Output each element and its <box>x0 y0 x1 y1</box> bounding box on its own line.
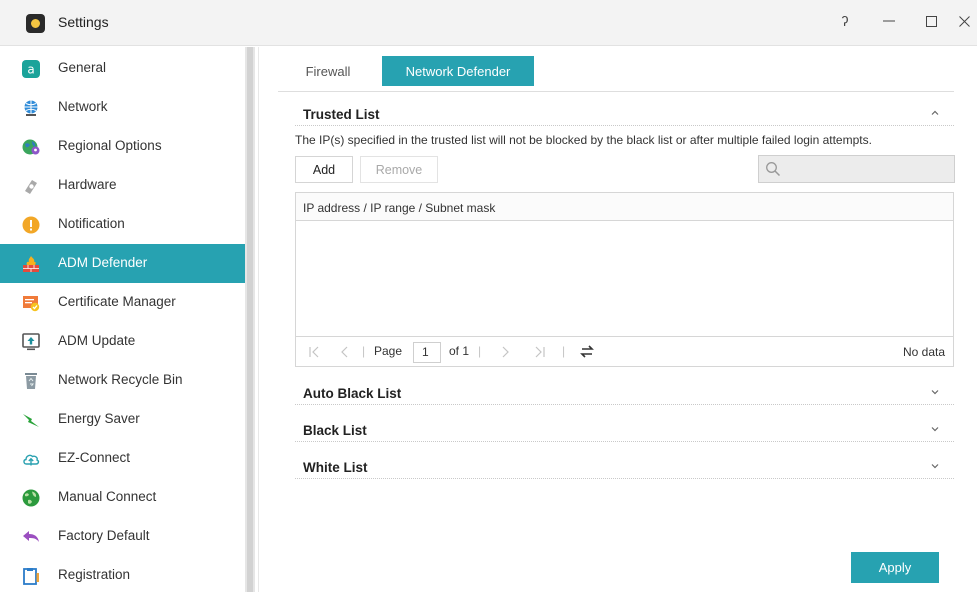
minimize-icon <box>883 20 895 22</box>
manual-connect-icon <box>22 489 40 507</box>
close-icon <box>958 15 970 27</box>
tab-underline <box>278 91 954 92</box>
sidebar-item-regional-options[interactable]: Regional Options <box>0 127 245 166</box>
sidebar-item-adm-defender[interactable]: ADM Defender <box>0 244 245 283</box>
last-page-icon[interactable] <box>534 346 546 358</box>
section-title: White List <box>303 460 368 475</box>
sidebar-item-label: Network <box>58 99 108 114</box>
regional-options-icon <box>22 139 40 155</box>
general-icon: a <box>22 60 40 78</box>
sidebar-item-ez-connect[interactable]: EZ-Connect <box>0 439 245 478</box>
chevron-down-icon <box>931 464 939 469</box>
notification-icon <box>22 216 40 234</box>
table-header: IP address / IP range / Subnet mask <box>296 193 953 221</box>
sidebar-item-registration[interactable]: Registration <box>0 556 245 592</box>
prev-page-icon[interactable] <box>339 346 351 358</box>
app-logo-icon <box>26 14 45 33</box>
title-bar: Settings ʔ <box>0 0 977 46</box>
page-label: Page <box>374 344 403 358</box>
hardware-icon <box>25 180 37 194</box>
page-count: of 1 <box>449 344 470 358</box>
black-list-header[interactable]: Black List <box>295 418 954 442</box>
auto-black-list-header[interactable]: Auto Black List <box>295 381 954 405</box>
tab-firewall[interactable]: Firewall <box>288 56 368 86</box>
chevron-up-icon <box>931 110 939 115</box>
svg-text:a: a <box>27 63 34 77</box>
maximize-button[interactable] <box>914 6 948 36</box>
sidebar-item-notification[interactable]: Notification <box>0 205 245 244</box>
sidebar-item-manual-connect[interactable]: Manual Connect <box>0 478 245 517</box>
window-title: Settings <box>58 14 109 30</box>
add-button[interactable]: Add <box>295 156 353 183</box>
energy-saver-icon <box>23 414 39 427</box>
sidebar-item-label: EZ-Connect <box>58 450 131 465</box>
apply-button[interactable]: Apply <box>851 552 939 583</box>
remove-button[interactable]: Remove <box>360 156 438 183</box>
sidebar-item-network[interactable]: Network <box>0 88 245 127</box>
sidebar: a General Network Regional Options Hardw… <box>0 47 245 592</box>
factory-default-icon <box>23 531 39 542</box>
sidebar-item-label: Hardware <box>58 177 117 192</box>
sidebar-item-label: ADM Defender <box>58 255 148 270</box>
sidebar-item-label: Certificate Manager <box>58 294 176 309</box>
search-input[interactable] <box>758 155 955 183</box>
certificate-icon <box>23 296 40 312</box>
sidebar-item-general[interactable]: a General <box>0 49 245 88</box>
tab-network-defender[interactable]: Network Defender <box>382 56 534 86</box>
first-page-icon[interactable] <box>308 346 320 358</box>
sidebar-item-label: Energy Saver <box>58 411 140 426</box>
sidebar-item-factory-default[interactable]: Factory Default <box>0 517 245 556</box>
sidebar-item-label: ADM Update <box>58 333 136 348</box>
sidebar-item-label: Notification <box>58 216 125 231</box>
ez-connect-icon <box>23 454 40 466</box>
minimize-button[interactable] <box>872 6 906 36</box>
recycle-bin-icon <box>25 373 37 389</box>
white-list-header[interactable]: White List <box>295 455 954 479</box>
sidebar-item-network-recycle-bin[interactable]: Network Recycle Bin <box>0 361 245 400</box>
sidebar-item-adm-update[interactable]: ADM Update <box>0 322 245 361</box>
pager-separator: | <box>562 344 566 358</box>
divider <box>258 47 259 592</box>
section-title: Black List <box>303 423 367 438</box>
trusted-list-description: The IP(s) specified in the trusted list … <box>295 133 872 147</box>
pager-separator: | <box>478 344 482 358</box>
sidebar-item-label: Regional Options <box>58 138 162 153</box>
page-number-input[interactable]: 1 <box>413 342 441 363</box>
close-button[interactable] <box>952 6 976 36</box>
refresh-icon[interactable] <box>580 344 594 359</box>
chevron-down-icon <box>931 390 939 395</box>
sidebar-scrollbar[interactable] <box>245 47 255 592</box>
search-icon <box>766 162 781 177</box>
pager-status: No data <box>902 345 945 359</box>
maximize-icon <box>925 15 937 27</box>
sidebar-item-label: General <box>58 60 107 75</box>
sidebar-item-label: Factory Default <box>58 528 150 543</box>
help-button[interactable]: ʔ <box>828 6 862 36</box>
section-title: Auto Black List <box>303 386 402 401</box>
sidebar-item-label: Network Recycle Bin <box>58 372 183 387</box>
next-page-icon[interactable] <box>499 346 511 358</box>
registration-icon <box>23 568 39 585</box>
scrollbar-thumb[interactable] <box>247 47 253 592</box>
network-icon <box>24 100 38 116</box>
sidebar-item-label: Registration <box>58 567 131 582</box>
pager-separator: | <box>362 344 366 358</box>
column-header[interactable]: IP address / IP range / Subnet mask <box>303 201 495 215</box>
sidebar-item-certificate-manager[interactable]: Certificate Manager <box>0 283 245 322</box>
trusted-list-header[interactable]: Trusted List <box>295 102 954 126</box>
adm-update-icon <box>22 333 40 351</box>
trusted-list-table: IP address / IP range / Subnet mask | Pa… <box>295 192 954 367</box>
pagination: | Page 1 of 1 | | No data <box>296 336 953 366</box>
adm-defender-icon <box>23 256 39 272</box>
sidebar-item-label: Manual Connect <box>58 489 157 504</box>
chevron-down-icon <box>931 427 939 432</box>
sidebar-item-energy-saver[interactable]: Energy Saver <box>0 400 245 439</box>
section-title: Trusted List <box>303 107 380 122</box>
sidebar-item-hardware[interactable]: Hardware <box>0 166 245 205</box>
